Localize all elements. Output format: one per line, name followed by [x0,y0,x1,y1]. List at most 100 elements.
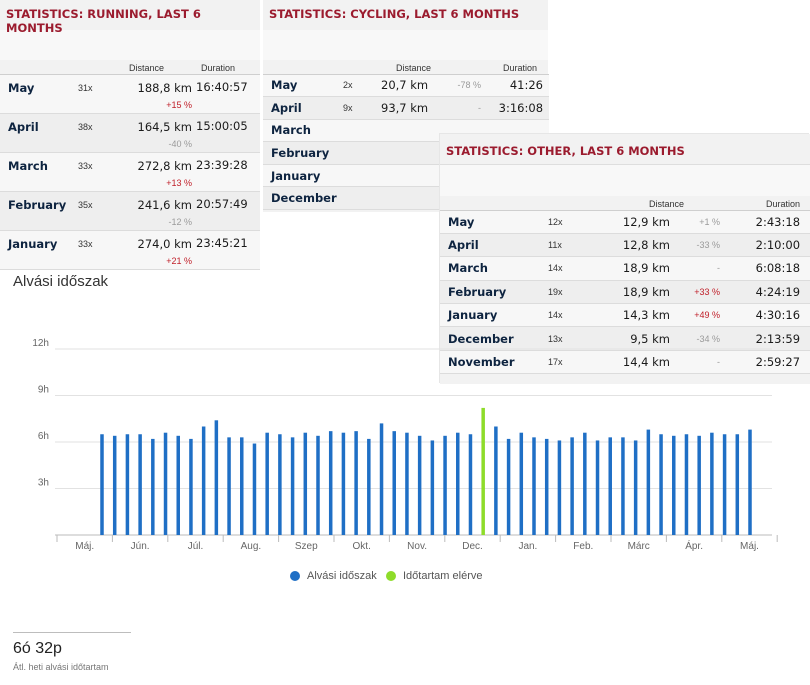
table-row[interactable]: May 2x 20,7 km -78 % 41:26 [263,74,550,97]
activity-count: 33x [78,160,93,171]
table-row[interactable]: January 33x 274,0 km +21 % 23:45:21 [0,230,260,269]
change-percent: -12 % [168,216,192,227]
distance-value: 272,8 km [137,158,192,173]
sleep-bar [506,438,511,535]
sleep-bar-chart: 3h 6h 9h 12h Máj. Jún. Júl. Aug. Szep Okt. Nov. Dec… [32,338,778,552]
table-row[interactable]: April 11x 12,8 km -33 % 2:10:00 [440,233,810,257]
change-percent: - [478,102,482,113]
sleep-bar [532,437,536,535]
table-row[interactable]: April 38x 164,5 km -40 % 15:00:05 [0,113,260,152]
sleep-bar [722,434,727,535]
legend-label-goal: Időtartam elérve [403,570,483,582]
sleep-bar [189,438,193,535]
month-label: February [448,284,507,299]
sleep-bar [240,437,244,535]
sleep-bar [405,432,409,535]
distance-cell: 274,0 km +21 % [110,230,192,269]
sleep-bar [443,435,447,535]
change-percent: +15 % [166,99,192,110]
y-tick-label: 6h [38,431,49,442]
sleep-bar [570,437,574,535]
table-row[interactable]: May 12x 12,9 km +1 % 2:43:18 [440,210,810,234]
duration-value: 15:00:05 [196,118,248,133]
sleep-bar [646,429,651,535]
activity-count: 38x [78,121,93,132]
sleep-bar [201,426,206,535]
sleep-bar [100,434,104,535]
y-tick-label: 3h [38,478,49,489]
change-percent: +1 % [699,216,721,227]
distance-value [373,142,449,165]
table-row[interactable]: January 14x 14,3 km +49 % 4:30:16 [440,303,810,327]
sleep-bar [265,432,269,535]
summary-divider [13,632,131,633]
table-row[interactable]: February 35x 241,6 km -12 % 20:57:49 [0,191,260,230]
table-row[interactable]: April 9x 93,7 km - 3:16:08 [263,96,550,120]
goal-reached-bar [481,407,485,535]
duration-value: 2:10:00 [755,238,801,253]
duration-value: 6:08:18 [755,261,801,276]
x-tick-label: Feb. [573,541,593,552]
sleep-bar [316,435,320,535]
month-label: April [448,238,479,253]
sleep-bar [354,431,358,535]
month-label: May [271,78,298,93]
y-tick-label: 9h [38,385,49,396]
sleep-bar [633,440,638,535]
activity-count [343,119,373,142]
activity-count [343,142,373,165]
distance-header: Distance [588,196,731,211]
table-row[interactable]: February 19x 18,9 km +33 % 4:24:19 [440,280,810,304]
duration-value: 41:26 [509,78,544,93]
x-tick-label: Nov. [407,541,427,552]
legend-dot-blue [290,571,300,581]
change-percent: +33 % [694,286,721,297]
avg-weekly-sleep-value: 6ó 32p [13,640,62,657]
sleep-bar [748,429,752,535]
sleep-bar [430,440,435,535]
month-label: January [8,236,58,251]
sleep-bar [697,435,701,535]
sleep-bar [290,437,295,535]
change-percent: - [717,263,721,274]
distance-value [373,164,449,187]
sleep-bar [151,438,155,535]
distance-value: 188,8 km [137,80,192,95]
distance-value [373,119,449,142]
month-label: January [271,168,321,183]
sleep-bar [621,437,625,535]
distance-value: 18,9 km [622,261,670,276]
month-label: February [271,146,330,161]
duration-value: 23:39:28 [196,157,248,172]
sleep-bar [672,435,676,535]
sleep-bar [138,434,142,535]
sleep-bar [659,434,663,535]
activity-count [343,164,373,187]
sleep-bar [468,434,473,535]
duration-value: 16:40:57 [196,79,248,94]
table-row[interactable]: March 33x 272,8 km +13 % 23:39:28 [0,152,260,191]
activity-count: 19x [548,286,563,297]
table-row[interactable]: March 14x 18,9 km - 6:08:18 [440,256,810,281]
running-table-header: Distance Duration [0,60,260,75]
duration-header: Duration [192,60,260,75]
x-tick-label: Máj. [740,541,759,552]
legend-label-sleep: Alvási időszak [307,570,377,582]
sleep-bar [544,438,549,535]
distance-cell: 164,5 km -40 % [110,113,192,152]
cycling-stats-title: STATISTICS: CYCLING, LAST 6 MONTHS [263,0,548,30]
activity-count: 9x [343,102,353,113]
legend-item-goal[interactable]: Időtartam elérve [386,570,482,582]
sleep-bar [583,432,587,535]
avg-weekly-sleep-label: Átl. heti alvási időtartam [13,662,109,672]
cycling-table-header: Distance Duration [263,60,550,75]
distance-value: 164,5 km [137,119,192,134]
x-tick-label: Jan. [518,541,537,552]
x-tick-label: Okt. [353,541,371,552]
table-row[interactable]: May 31x 188,8 km +15 % 16:40:57 [0,74,260,113]
change-percent: -78 % [457,80,482,91]
sleep-bar [227,437,231,535]
distance-header: Distance [110,60,192,75]
legend-item-sleep[interactable]: Alvási időszak [290,570,377,582]
y-tick-label: 12h [32,338,49,349]
